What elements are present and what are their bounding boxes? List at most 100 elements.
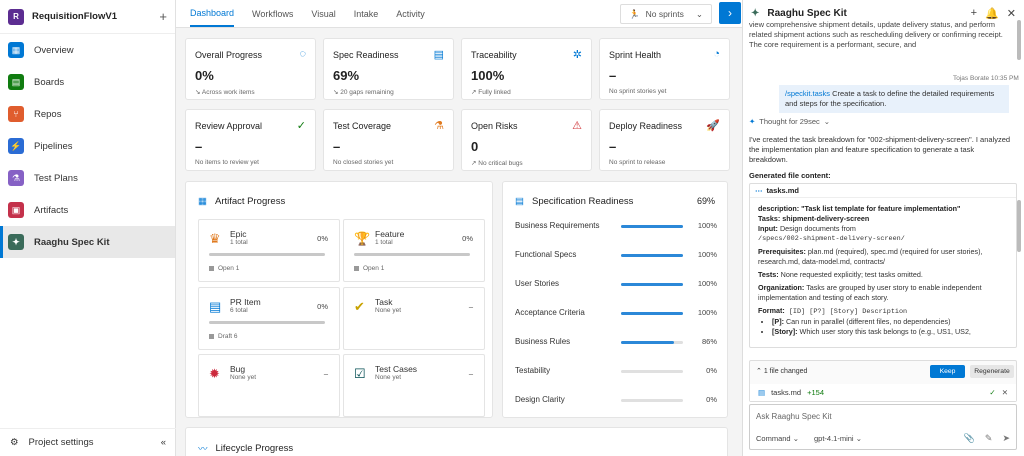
kpi-subtext: ↘ 20 gaps remaining — [333, 89, 394, 96]
sprint-selector[interactable]: 🏃 No sprints ⌄ — [620, 4, 712, 24]
spec-row-fill — [621, 254, 683, 257]
network-icon: ✲ — [572, 49, 582, 61]
attach-icon[interactable]: 📎 — [964, 433, 975, 444]
close-icon[interactable]: ✕ — [1007, 7, 1016, 20]
artifact-count: None yet — [375, 374, 402, 381]
assistant-reply: I've created the task breakdown for "002… — [749, 135, 1011, 164]
artifact-count: 1 total — [375, 239, 393, 246]
format-key: Format: — [758, 306, 785, 315]
thought-toggle[interactable]: ✦ Thought for 29sec ⌄ — [749, 117, 830, 126]
kpi-card-deploy-readiness[interactable]: Deploy Readiness 🚀 – No sprint to release — [599, 109, 730, 171]
kpi-card-overall-progress[interactable]: Overall Progress ◌ 0% ↘ Across work items — [185, 38, 316, 100]
sidebar-item-test-plans[interactable]: ⚗ Test Plans — [0, 162, 175, 194]
spec-row-label: Testability — [515, 366, 551, 375]
spec-readiness-header: ▤ Specification Readiness — [515, 196, 633, 207]
command-link[interactable]: /speckit.tasks — [785, 89, 830, 98]
overview-icon: ▦ — [8, 42, 24, 58]
file-content-box: ⋯ tasks.md description: "Task list templa… — [749, 183, 1017, 348]
kpi-card-review-approval[interactable]: Review Approval ✓ – No items to review yet — [185, 109, 316, 171]
check-circle-icon: ✓ — [296, 120, 306, 132]
tab-dashboard[interactable]: Dashboard — [190, 0, 235, 27]
project-settings[interactable]: ⚙ Project settings « — [0, 428, 176, 456]
magic-icon[interactable]: ✎ — [985, 433, 993, 444]
file-body: description: "Task list template for fea… — [750, 198, 1016, 337]
kpi-card-sprint-health[interactable]: Sprint Health ◔ – No sprint stories yet — [599, 38, 730, 100]
changed-file-name: tasks.md — [771, 388, 802, 397]
artifact-percent: 0% — [317, 302, 328, 311]
lifecycle-header: 〰 Lifecycle Progress — [198, 441, 293, 456]
bell-icon[interactable]: 🔔 — [985, 7, 999, 20]
sidebar-item-pipelines[interactable]: ⚡ Pipelines — [0, 130, 175, 162]
spec-row-track — [621, 225, 683, 228]
kpi-card-open-risks[interactable]: Open Risks ⚠ 0 ↗ No critical bugs — [461, 109, 592, 171]
files-changed-label[interactable]: ⌃ 1 file changed — [756, 367, 807, 375]
chat-input-box[interactable]: Ask Raaghu Spec Kit Command ⌄ gpt-4.1-mi… — [749, 404, 1017, 450]
kpi-value: 69% — [333, 68, 360, 83]
expand-panel-button[interactable]: › — [719, 2, 741, 24]
spec-row-fill — [621, 225, 683, 228]
artifact-tile-feature[interactable]: 🏆 Feature 1 total 0% Open 1 — [343, 219, 485, 282]
artifact-progress-title: Artifact Progress — [214, 196, 286, 207]
kpi-card-traceability[interactable]: Traceability ✲ 100% ↗ Fully linked — [461, 38, 592, 100]
scrollbar-file[interactable] — [1017, 200, 1021, 252]
accept-icon[interactable]: ✓ — [989, 388, 995, 397]
kpi-card-spec-readiness[interactable]: Spec Readiness ▤ 69% ↘ 20 gaps remaining — [323, 38, 454, 100]
artifact-count: 6 total — [230, 307, 248, 314]
sidebar-item-spec-kit[interactable]: ✦ Raaghu Spec Kit — [0, 226, 175, 258]
artifact-percent: – — [468, 369, 473, 378]
mode-label: Command — [756, 434, 791, 443]
tests-val: None requested explicitly; test tasks om… — [778, 270, 923, 279]
sidebar-item-overview[interactable]: ▦ Overview — [0, 34, 175, 66]
tab-activity[interactable]: Activity — [396, 9, 425, 19]
project-settings-label: Project settings — [28, 437, 94, 448]
sidebar-item-boards[interactable]: ▤ Boards — [0, 66, 175, 98]
kpi-value: 0% — [195, 68, 214, 83]
prereq-key: Prerequisites: — [758, 247, 806, 256]
artifact-status: Open 1 — [209, 265, 239, 272]
spec-row-percent: 0% — [706, 395, 717, 404]
reject-icon[interactable]: ✕ — [1002, 388, 1008, 397]
kpi-card-test-coverage[interactable]: Test Coverage ⚗ – No closed stories yet — [323, 109, 454, 171]
project-header[interactable]: R RequisitionFlowV1 + — [0, 0, 175, 34]
chat-input[interactable]: Ask Raaghu Spec Kit — [756, 412, 832, 421]
artifact-count: None yet — [375, 307, 402, 314]
artifact-tile-bug[interactable]: ✹ Bug None yet – — [198, 354, 340, 417]
model-selector[interactable]: gpt-4.1-mini ⌄ — [814, 434, 862, 443]
artifact-tile-task[interactable]: ✔ Task None yet – — [343, 287, 485, 350]
spec-row: Design Clarity 0% — [515, 395, 717, 407]
sidebar-item-label: Artifacts — [34, 204, 69, 216]
scrollbar-top[interactable] — [1017, 20, 1021, 60]
regenerate-button[interactable]: Regenerate — [970, 365, 1014, 378]
artifact-status-text: Open 1 — [363, 265, 385, 272]
kpi-subtext: No items to review yet — [195, 159, 259, 166]
artifact-percent: – — [323, 369, 328, 378]
sidebar-item-repos[interactable]: ⑂ Repos — [0, 98, 175, 130]
artifact-tile-epic[interactable]: ♛ Epic 1 total 0% Open 1 — [198, 219, 340, 282]
kpi-value: 0 — [471, 139, 479, 154]
artifact-count: 1 total — [230, 239, 248, 246]
kpi-title: Test Coverage — [333, 121, 392, 131]
kpi-value: – — [333, 139, 341, 154]
tab-workflows[interactable]: Workflows — [252, 9, 293, 19]
artifact-tile-pr-item[interactable]: ▤ PR Item 6 total 0% Draft 6 — [198, 287, 340, 350]
chevron-up-icon: ⌃ — [756, 368, 762, 375]
spec-kit-icon: ✦ — [751, 7, 760, 19]
tab-visual[interactable]: Visual — [311, 9, 335, 19]
spec-readiness-card: ▤ Specification Readiness 69% Business R… — [502, 181, 728, 418]
artifact-tile-test-cases[interactable]: ☑ Test Cases None yet – — [343, 354, 485, 417]
send-icon[interactable]: ➤ — [1002, 433, 1010, 444]
sidebar-item-artifacts[interactable]: ▣ Artifacts — [0, 194, 175, 226]
keep-button[interactable]: Keep — [930, 365, 965, 378]
kpi-value: – — [195, 139, 203, 154]
kpi-subtext: ↗ Fully linked — [471, 89, 511, 96]
mode-selector[interactable]: Command ⌄ — [756, 434, 799, 443]
project-name: RequisitionFlowV1 — [32, 11, 117, 22]
kpi-value: 100% — [471, 68, 505, 83]
add-icon[interactable]: + — [159, 9, 167, 24]
project-avatar: R — [8, 8, 24, 25]
tab-intake[interactable]: Intake — [354, 9, 379, 19]
collapse-sidebar-icon[interactable]: « — [161, 437, 166, 448]
new-chat-icon[interactable]: + — [971, 7, 977, 19]
artifact-percent: 0% — [462, 234, 473, 243]
changed-file-row[interactable]: ▤ tasks.md +154 ✓ ✕ — [750, 384, 1016, 401]
